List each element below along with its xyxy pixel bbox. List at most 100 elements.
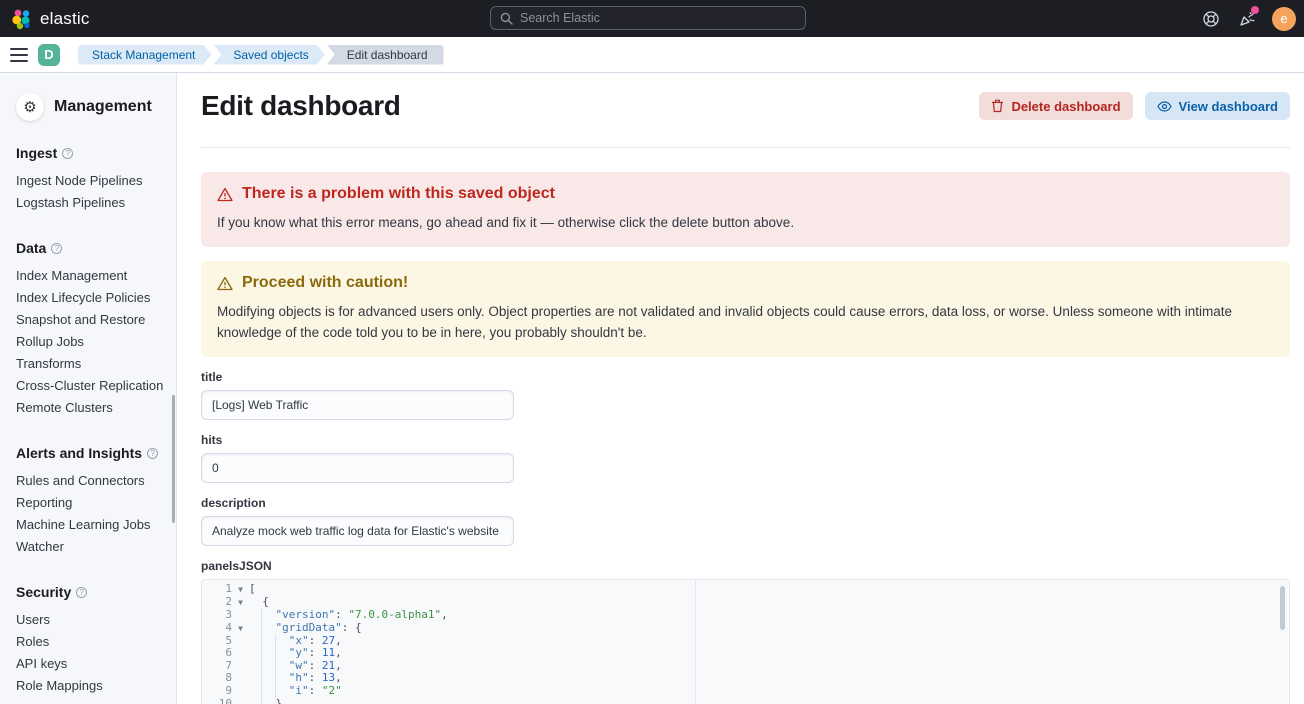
error-callout-body: If you know what this error means, go ah…: [217, 212, 1274, 233]
fold-spacer: [232, 685, 249, 698]
sidebar-item-watcher[interactable]: Watcher: [16, 536, 164, 558]
question-in-circle-icon: ?: [76, 587, 87, 598]
global-header: elastic: [0, 0, 1304, 37]
fold-spacer: [232, 660, 249, 673]
view-dashboard-button[interactable]: View dashboard: [1145, 92, 1290, 120]
sidebar-section-heading: Ingest?: [16, 145, 164, 161]
title-input[interactable]: [201, 390, 514, 420]
sidebar-section: Alerts and Insights? Rules and Connectors…: [16, 445, 164, 558]
elastic-brand[interactable]: elastic: [0, 8, 90, 30]
sidebar-scrollbar[interactable]: [172, 395, 175, 523]
code-editor-lines: 1▼[2▼ {3 "version": "7.0.0-alpha1",4▼ "g…: [202, 583, 1289, 704]
fold-spacer: [232, 635, 249, 648]
alert-triangle-icon: [217, 276, 233, 291]
menu-toggle-button[interactable]: [0, 48, 38, 62]
notification-dot: [1251, 6, 1259, 14]
code-text: },: [249, 698, 289, 704]
search-input[interactable]: [520, 11, 796, 25]
sidebar-nav: Ingest? Ingest Node PipelinesLogstash Pip…: [16, 145, 164, 697]
elastic-logo-icon: [12, 8, 32, 30]
code-line[interactable]: 6 "y": 11,: [202, 647, 1289, 660]
fold-spacer: [232, 609, 249, 622]
sidebar-item-snapshot-and-restore[interactable]: Snapshot and Restore: [16, 309, 164, 331]
breadcrumb-item[interactable]: Saved objects: [213, 45, 324, 65]
search-icon: [500, 12, 513, 25]
sidebar-item-roles[interactable]: Roles: [16, 631, 164, 653]
sidebar-item-cross-cluster-replication[interactable]: Cross-Cluster Replication: [16, 375, 164, 397]
trash-icon: [991, 99, 1004, 113]
fold-spacer: [232, 647, 249, 660]
delete-dashboard-button[interactable]: Delete dashboard: [979, 92, 1132, 120]
breadcrumb-item[interactable]: Stack Management: [78, 45, 211, 65]
sidebar-item-index-management[interactable]: Index Management: [16, 265, 164, 287]
code-line[interactable]: 5 "x": 27,: [202, 635, 1289, 648]
sidebar-item-machine-learning-jobs[interactable]: Machine Learning Jobs: [16, 514, 164, 536]
question-in-circle-icon: ?: [62, 148, 73, 159]
field-hits: hits: [201, 433, 1290, 483]
sidebar-item-reporting[interactable]: Reporting: [16, 492, 164, 514]
sidebar-item-remote-clusters[interactable]: Remote Clusters: [16, 397, 164, 419]
sidebar-item-logstash-pipelines[interactable]: Logstash Pipelines: [16, 192, 164, 214]
line-number: 4: [202, 622, 232, 635]
main-content: Edit dashboard Delete dashboard: [177, 73, 1304, 704]
warning-callout-title: Proceed with caution!: [242, 274, 408, 292]
sidebar-section-heading: Data?: [16, 240, 164, 256]
field-label: panelsJSON: [201, 559, 1290, 573]
sidebar-item-api-keys[interactable]: API keys: [16, 653, 164, 675]
field-label: description: [201, 496, 1290, 510]
question-in-circle-icon: ?: [51, 243, 62, 254]
sidebar-section: Data? Index ManagementIndex Lifecycle Pol…: [16, 240, 164, 419]
page-title: Edit dashboard: [201, 90, 401, 122]
code-line[interactable]: 10 },: [202, 698, 1289, 704]
sidebar-item-users[interactable]: Users: [16, 609, 164, 631]
error-callout-title: There is a problem with this saved objec…: [242, 185, 555, 203]
fold-arrow-icon[interactable]: ▼: [232, 622, 249, 635]
warning-callout-body: Modifying objects is for advanced users …: [217, 301, 1274, 343]
sidebar-section: Ingest? Ingest Node PipelinesLogstash Pip…: [16, 145, 164, 214]
newsfeed-button[interactable]: [1236, 8, 1258, 30]
warning-callout: Proceed with caution! Modifying objects …: [201, 261, 1290, 357]
global-search[interactable]: [490, 6, 806, 30]
description-input[interactable]: [201, 516, 514, 546]
space-badge[interactable]: D: [38, 44, 60, 66]
breadcrumb-item: Edit dashboard: [327, 45, 444, 65]
error-callout: There is a problem with this saved objec…: [201, 172, 1290, 247]
code-text: "i": "2": [249, 685, 342, 698]
code-line[interactable]: 3 "version": "7.0.0-alpha1",: [202, 609, 1289, 622]
management-sidebar: ⚙ Management Ingest?Ingest Node Pipeline…: [0, 73, 177, 704]
breadcrumb-bar: D Stack ManagementSaved objectsEdit dash…: [0, 37, 1304, 73]
brand-name: elastic: [40, 9, 90, 29]
fold-arrow-icon[interactable]: ▼: [232, 596, 249, 609]
title-divider: [201, 147, 1290, 148]
fold-spacer: [232, 698, 249, 704]
field-label: title: [201, 370, 1290, 384]
fold-arrow-icon[interactable]: ▼: [232, 583, 249, 596]
help-menu-button[interactable]: [1200, 8, 1222, 30]
sidebar-item-ingest-node-pipelines[interactable]: Ingest Node Pipelines: [16, 170, 164, 192]
breadcrumb: Stack ManagementSaved objectsEdit dashbo…: [78, 45, 444, 65]
hits-input[interactable]: [201, 453, 514, 483]
code-line[interactable]: 4▼ "gridData": {: [202, 622, 1289, 635]
line-number: 10: [202, 698, 232, 704]
code-line[interactable]: 7 "w": 21,: [202, 660, 1289, 673]
help-icon: [1202, 10, 1220, 28]
code-line[interactable]: 9 "i": "2": [202, 685, 1289, 698]
field-title: title: [201, 370, 1290, 420]
sidebar-section-heading: Alerts and Insights?: [16, 445, 164, 461]
code-line[interactable]: 1▼[: [202, 583, 1289, 596]
sidebar-title: Management: [54, 98, 152, 116]
line-number: 9: [202, 685, 232, 698]
code-line[interactable]: 8 "h": 13,: [202, 672, 1289, 685]
panelsjson-code-editor[interactable]: 1▼[2▼ {3 "version": "7.0.0-alpha1",4▼ "g…: [201, 579, 1290, 704]
sidebar-item-index-lifecycle-policies[interactable]: Index Lifecycle Policies: [16, 287, 164, 309]
sidebar-item-transforms[interactable]: Transforms: [16, 353, 164, 375]
sidebar-item-rules-and-connectors[interactable]: Rules and Connectors: [16, 470, 164, 492]
sidebar-item-role-mappings[interactable]: Role Mappings: [16, 675, 164, 697]
fold-spacer: [232, 672, 249, 685]
line-number: 6: [202, 647, 232, 660]
editor-scrollbar[interactable]: [1280, 586, 1285, 630]
question-in-circle-icon: ?: [147, 448, 158, 459]
sidebar-item-rollup-jobs[interactable]: Rollup Jobs: [16, 331, 164, 353]
sidebar-section: Security?UsersRolesAPI keysRole Mappings: [16, 584, 164, 697]
user-avatar[interactable]: e: [1272, 7, 1296, 31]
